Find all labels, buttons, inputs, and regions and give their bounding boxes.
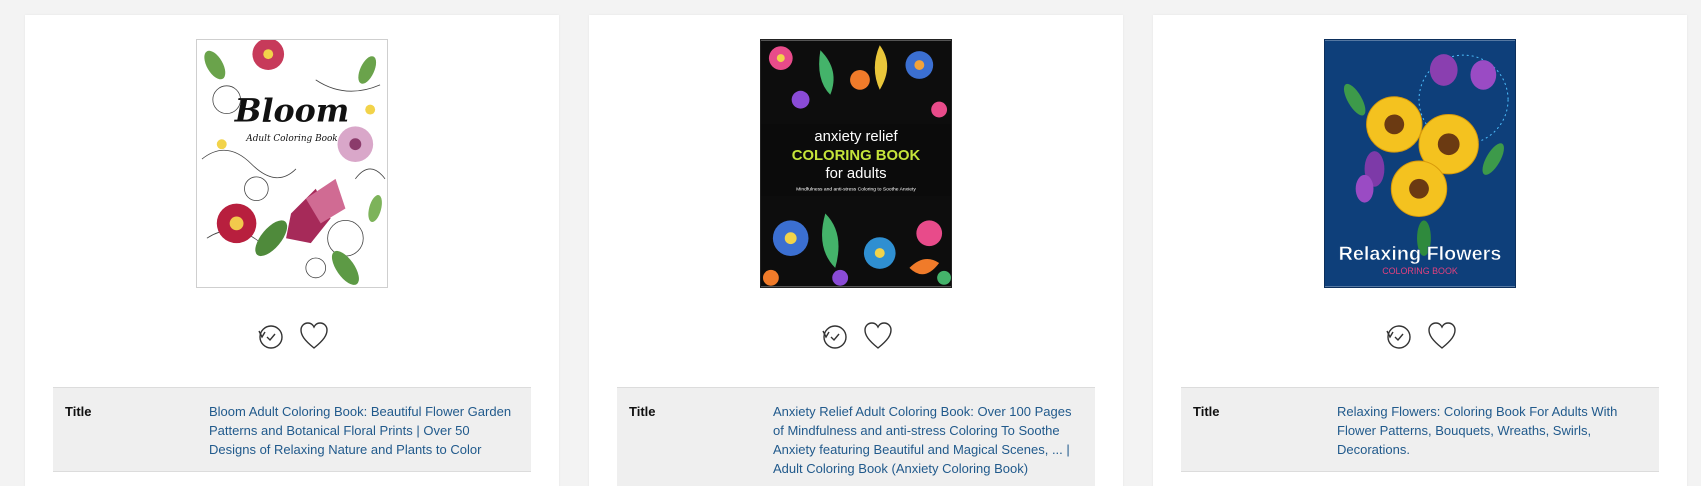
product-card: anxiety relief COLORING BOOK for adults …: [589, 15, 1123, 486]
cover-line-1: anxiety relief: [814, 129, 898, 145]
book-cover-bloom[interactable]: Bloom Adult Coloring Book: [196, 39, 388, 288]
cover-line-3: for adults: [826, 166, 887, 182]
history-button[interactable]: [1382, 320, 1414, 352]
cover-line-2: COLORING BOOK: [792, 148, 921, 164]
book-title-link[interactable]: Bloom Adult Coloring Book: Beautiful Flo…: [209, 402, 519, 459]
detail-row-title: Title Relaxing Flowers: Coloring Book Fo…: [1181, 387, 1659, 472]
product-card: Bloom Adult Coloring Book Title Bloom Ad…: [25, 15, 559, 486]
detail-row-title: Title Anxiety Relief Adult Coloring Book…: [617, 387, 1095, 486]
favorite-button[interactable]: [298, 320, 330, 352]
detail-row-title: Title Bloom Adult Coloring Book: Beautif…: [53, 387, 531, 472]
history-clock-icon: [258, 325, 283, 349]
cover-title: Bloom: [234, 92, 350, 129]
history-button[interactable]: [254, 320, 286, 352]
cover-title: Relaxing Flowers: [1339, 243, 1502, 265]
history-button[interactable]: [818, 320, 850, 352]
product-card: Relaxing Flowers COLORING BOOK Title Rel…: [1153, 15, 1687, 486]
cover-subtitle: Adult Coloring Book: [245, 134, 337, 144]
heart-icon: [1428, 322, 1456, 349]
favorite-button[interactable]: [862, 320, 894, 352]
anxiety-cover-art: anxiety relief COLORING BOOK for adults …: [761, 40, 951, 287]
product-grid: Bloom Adult Coloring Book Title Bloom Ad…: [0, 0, 1701, 486]
book-title-link[interactable]: Anxiety Relief Adult Coloring Book: Over…: [773, 402, 1083, 478]
detail-label: Title: [65, 404, 92, 419]
favorite-button[interactable]: [1426, 320, 1458, 352]
card-actions: [1382, 320, 1458, 352]
history-clock-icon: [1386, 325, 1411, 349]
cover-tagline: Mindfulness and anti-stress Coloring to …: [796, 187, 916, 193]
book-title-link[interactable]: Relaxing Flowers: Coloring Book For Adul…: [1337, 402, 1647, 459]
bloom-cover-art: Bloom Adult Coloring Book: [197, 40, 387, 287]
heart-icon: [864, 322, 892, 349]
cover-subtitle: COLORING BOOK: [1382, 266, 1458, 276]
relaxing-flowers-cover-art: Relaxing Flowers COLORING BOOK: [1325, 40, 1515, 287]
detail-label: Title: [1193, 404, 1220, 419]
detail-label: Title: [629, 404, 656, 419]
heart-icon: [300, 322, 328, 349]
card-actions: [818, 320, 894, 352]
book-cover-relaxing-flowers[interactable]: Relaxing Flowers COLORING BOOK: [1324, 39, 1516, 288]
history-clock-icon: [822, 325, 847, 349]
book-cover-anxiety-relief[interactable]: anxiety relief COLORING BOOK for adults …: [760, 39, 952, 288]
card-actions: [254, 320, 330, 352]
